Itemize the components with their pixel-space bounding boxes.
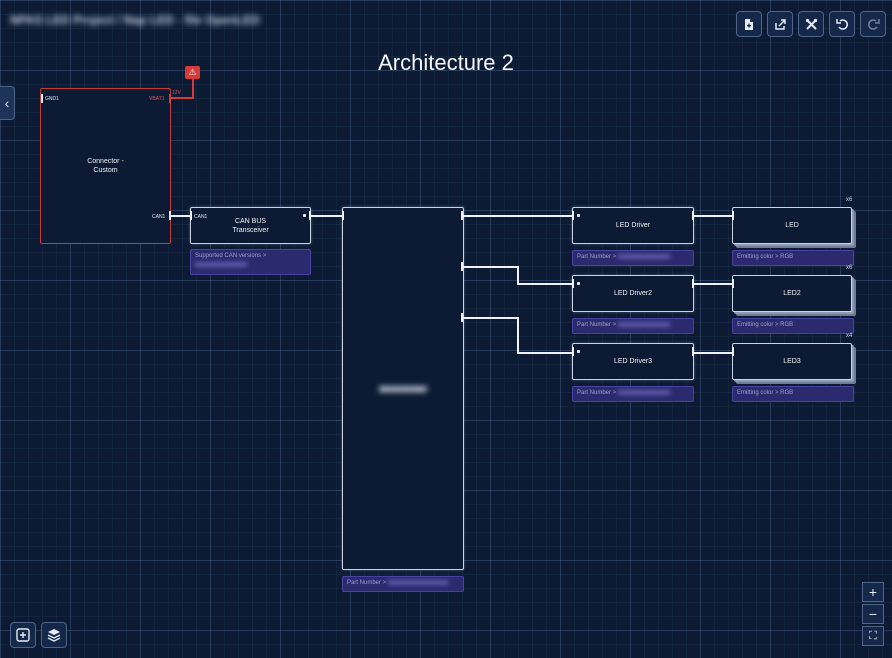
transceiver-tag[interactable]: Supported CAN versions > xyxy=(190,249,311,275)
microcontroller-tag-label: Part Number > xyxy=(347,580,387,587)
plus-icon: + xyxy=(868,584,878,600)
led2-label: LED2 xyxy=(783,290,801,297)
wire-mcu-driver2-c xyxy=(517,283,573,285)
driver3-tag[interactable]: Part Number > xyxy=(572,386,694,402)
wire-driver1-led xyxy=(694,215,732,217)
zoom-out-button[interactable]: − xyxy=(862,604,884,624)
wire-transceiver-mcu xyxy=(311,215,342,217)
transceiver-tag-value xyxy=(195,262,247,267)
power-wire-h xyxy=(170,97,193,99)
led-driver3-node[interactable]: LED Driver3 xyxy=(572,343,694,380)
driver3-tag-label: Part Number > xyxy=(577,390,617,397)
led-label: LED xyxy=(785,222,799,229)
transceiver-can-pin[interactable] xyxy=(190,211,192,220)
mcu-in-pin[interactable] xyxy=(342,211,344,220)
led3-multiplier: x4 xyxy=(846,333,853,339)
microcontroller-tag-value xyxy=(388,580,449,585)
diagram-canvas[interactable]: Connector - Custom GND1 VBAT1 12V ⚠ CAN1… xyxy=(0,0,892,658)
fit-screen-icon: ⛶ xyxy=(869,629,877,642)
driver1-in-pin[interactable] xyxy=(572,211,574,220)
gnd-pin[interactable] xyxy=(41,94,43,103)
driver1-tag[interactable]: Part Number > xyxy=(572,250,694,266)
transceiver-out-marker xyxy=(303,214,306,217)
led3-tag[interactable]: Emitting color > RGB xyxy=(732,386,854,402)
gnd-port-label: GND1 xyxy=(45,96,59,102)
led-driver-label: LED Driver xyxy=(615,222,651,229)
zoom-controls: + − ⛶ xyxy=(862,582,884,646)
led3-node[interactable]: LED3 xyxy=(732,343,852,380)
led-driver3-label: LED Driver3 xyxy=(613,358,653,365)
wire-mcu-driver2-b xyxy=(517,266,519,283)
wire-driver3-led3 xyxy=(694,352,732,354)
led-multiplier: x6 xyxy=(846,197,853,203)
wire-mcu-driver2-a xyxy=(463,266,518,268)
minus-icon: − xyxy=(868,606,878,622)
add-component-icon xyxy=(16,628,30,642)
zoom-in-button[interactable]: + xyxy=(862,582,884,602)
driver2-in-pin[interactable] xyxy=(572,279,574,288)
layers-icon xyxy=(47,629,61,642)
layers-button[interactable] xyxy=(41,622,67,648)
voltage-label: 12V xyxy=(172,90,181,96)
power-warning-icon[interactable]: ⚠ xyxy=(185,66,200,79)
led2-node[interactable]: LED2 xyxy=(732,275,852,312)
driver2-tag-label: Part Number > xyxy=(577,322,617,329)
bottom-left-controls xyxy=(10,622,67,648)
wire-connector-transceiver xyxy=(171,215,190,217)
driver3-in-marker xyxy=(577,350,580,353)
power-wire-v xyxy=(192,78,194,99)
vbat-pin[interactable] xyxy=(169,94,171,103)
driver2-tag[interactable]: Part Number > xyxy=(572,318,694,334)
transceiver-tag-label: Supported CAN versions > xyxy=(195,253,267,259)
transceiver-can-port-label: CAN1 xyxy=(194,214,208,220)
microcontroller-tag[interactable]: Part Number > xyxy=(342,576,464,592)
driver2-tag-value xyxy=(618,322,671,327)
led1-in-pin[interactable] xyxy=(732,211,734,220)
led2-tag-label: Emitting color > RGB xyxy=(737,322,794,328)
driver1-tag-value xyxy=(618,254,671,259)
wire-mcu-driver3-b xyxy=(517,317,519,352)
driver3-in-pin[interactable] xyxy=(572,347,574,356)
microcontroller-node[interactable]: Microcontroller xyxy=(342,207,464,570)
microcontroller-label: Microcontroller xyxy=(379,385,427,394)
led-driver2-node[interactable]: LED Driver2 xyxy=(572,275,694,312)
led2-in-pin[interactable] xyxy=(732,279,734,288)
led3-tag-label: Emitting color > RGB xyxy=(737,390,794,396)
led3-label: LED3 xyxy=(783,358,801,365)
can-transceiver-node[interactable]: CAN BUS Transceiver xyxy=(190,207,311,244)
transceiver-label: CAN BUS Transceiver xyxy=(232,217,269,234)
driver3-tag-value xyxy=(618,390,671,395)
connector-can-port-label: CAN1 xyxy=(152,214,166,220)
fit-view-button[interactable]: ⛶ xyxy=(862,626,884,646)
driver1-in-marker xyxy=(577,214,580,217)
wire-mcu-driver3-c xyxy=(517,352,573,354)
led2-tag[interactable]: Emitting color > RGB xyxy=(732,318,854,334)
led3-in-pin[interactable] xyxy=(732,347,734,356)
led2-multiplier: x6 xyxy=(846,265,853,271)
wire-driver2-led2 xyxy=(694,283,732,285)
add-component-button[interactable] xyxy=(10,622,36,648)
led1-tag[interactable]: Emitting color > RGB xyxy=(732,250,854,266)
led1-tag-label: Emitting color > RGB xyxy=(737,254,794,260)
vbat-port-label: VBAT1 xyxy=(149,96,165,102)
led-node[interactable]: LED xyxy=(732,207,852,244)
wire-mcu-driver1 xyxy=(463,215,573,217)
connector-node[interactable]: Connector - Custom xyxy=(40,88,171,244)
wire-mcu-driver3-a xyxy=(463,317,518,319)
led-driver2-label: LED Driver2 xyxy=(613,290,653,297)
driver2-in-marker xyxy=(577,282,580,285)
led-driver-node[interactable]: LED Driver xyxy=(572,207,694,244)
connector-label: Connector - Custom xyxy=(87,158,124,174)
driver1-tag-label: Part Number > xyxy=(577,254,617,261)
